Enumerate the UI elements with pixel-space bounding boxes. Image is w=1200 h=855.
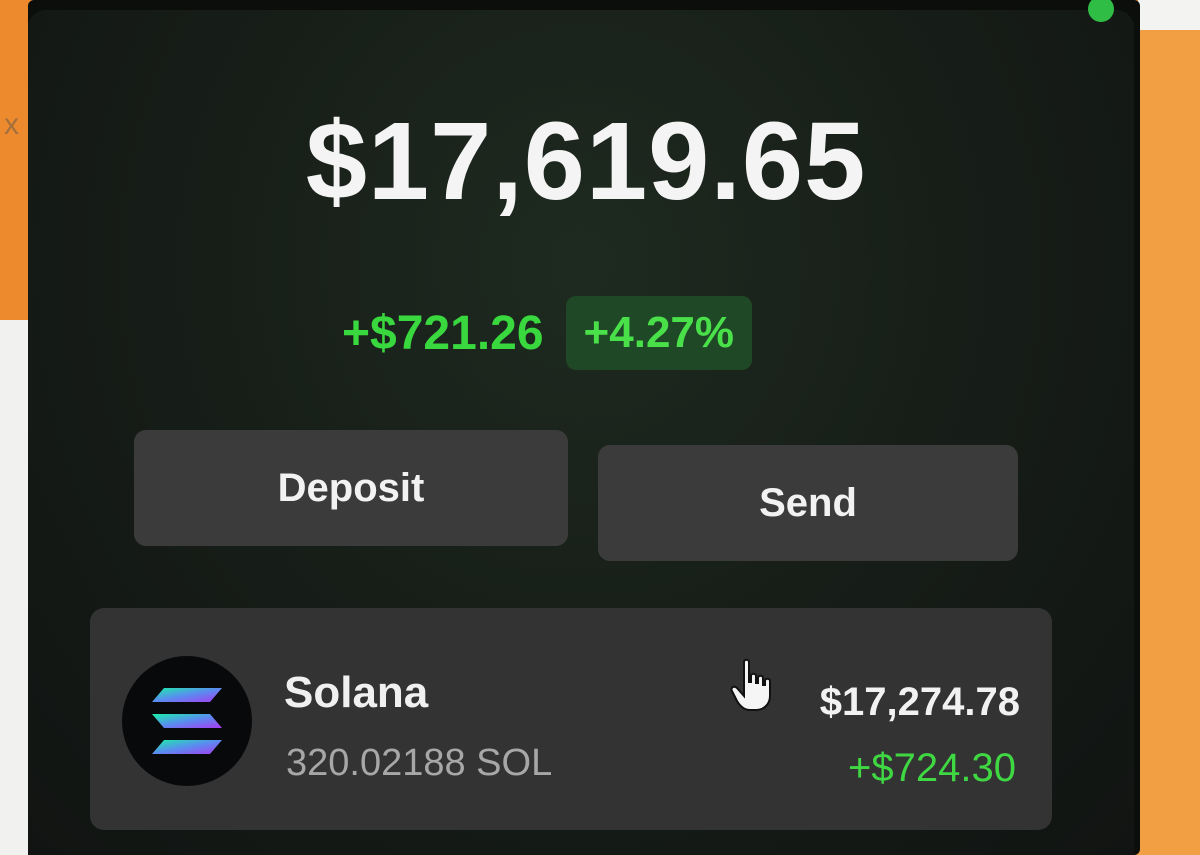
token-value: $17,274.78: [819, 680, 1020, 724]
solana-logo-icon: [122, 656, 252, 786]
token-change: +$724.30: [848, 746, 1016, 790]
total-balance: $17,619.65: [305, 100, 867, 223]
token-name: Solana: [284, 668, 429, 717]
hand-cursor-icon: [730, 658, 771, 711]
photo-backdrop: x $17,619.65 +$721.26 +4.27% Deposit Sen…: [0, 0, 1200, 855]
send-button[interactable]: Send: [598, 445, 1018, 561]
balance-change-amount: +$721.26: [342, 306, 544, 360]
balance-change-row: +$721.26 +4.27%: [342, 288, 753, 378]
balance-change-percent-badge: +4.27%: [565, 296, 753, 370]
background-paper-right: [1138, 0, 1200, 30]
deposit-button[interactable]: Deposit: [134, 430, 568, 546]
status-indicator: [1088, 0, 1114, 22]
token-row-solana[interactable]: Solana 320.02188 SOL $17,274.78 +$724.30: [90, 608, 1052, 830]
token-quantity: 320.02188 SOL: [286, 742, 553, 784]
